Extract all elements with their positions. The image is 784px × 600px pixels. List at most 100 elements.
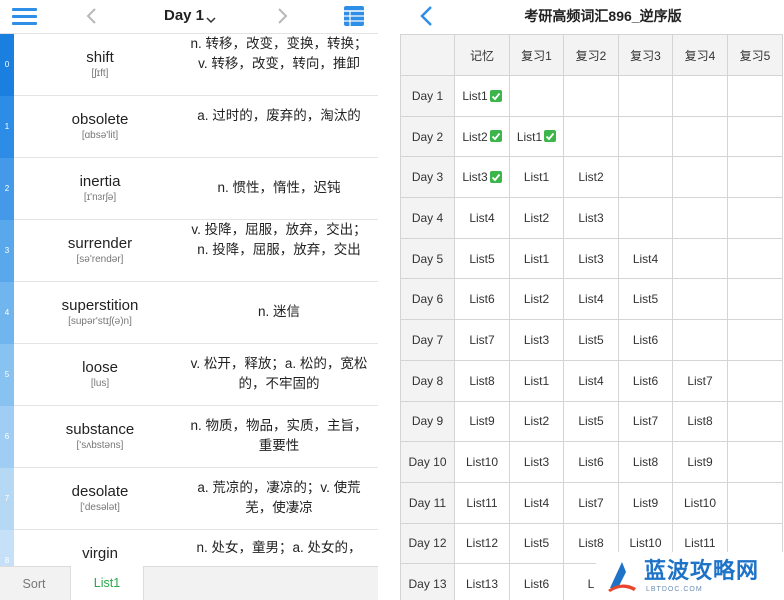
schedule-cell[interactable]: List5 bbox=[563, 400, 619, 443]
day-selector[interactable]: Day 1 bbox=[150, 4, 230, 28]
schedule-cell[interactable]: List1 bbox=[454, 75, 510, 117]
word-entry: surrender [sə'rendər] bbox=[14, 235, 186, 266]
list-label: List5 bbox=[469, 251, 495, 266]
schedule-cell[interactable]: List2 bbox=[509, 400, 564, 443]
word-row[interactable]: shift [ʃɪft] n. 转移，改变，变换，转换；v. 转移，改变，转向，推卸 bbox=[14, 34, 378, 96]
schedule-cell[interactable]: List2 bbox=[509, 197, 564, 239]
rail-segment[interactable]: 7 bbox=[0, 468, 14, 530]
schedule-cell[interactable]: List8 bbox=[454, 359, 510, 402]
word-row[interactable]: virgin n. 处女，童男；a. 处女的， bbox=[14, 530, 378, 566]
schedule-cell[interactable]: List5 bbox=[509, 522, 564, 565]
tab-list1[interactable]: List1 bbox=[70, 566, 144, 600]
schedule-cell[interactable]: List7 bbox=[563, 481, 619, 524]
schedule-cell[interactable]: List8 bbox=[618, 441, 673, 483]
list-tab-bar: Sort List1 bbox=[0, 566, 378, 600]
next-day-chevron-icon[interactable] bbox=[272, 6, 292, 26]
review-schedule-panel: 考研高频词汇896_逆序版 记忆 复习1 复习2 复习3 复习4 复习5 Day 1 List… bbox=[398, 0, 784, 600]
rail-segment[interactable]: 1 bbox=[0, 96, 14, 158]
word-row[interactable]: desolate ['desələt] a. 荒凉的，凄凉的；v. 使荒芜，使凄凉 bbox=[14, 468, 378, 530]
schedule-cell[interactable]: List7 bbox=[618, 400, 673, 443]
back-arrow-icon[interactable] bbox=[418, 4, 436, 28]
schedule-cell[interactable]: List7 bbox=[672, 359, 728, 402]
list-label: List9 bbox=[469, 414, 495, 429]
day-label: Day 8 bbox=[400, 359, 455, 402]
word-row[interactable]: substance ['sʌbstəns] n. 物质，物品，实质，主旨，重要性 bbox=[14, 406, 378, 468]
watermark-subtext: LBTDOC.COM bbox=[646, 586, 703, 593]
schedule-row: Day 5 List5 List1 List3 List4 bbox=[400, 237, 783, 280]
schedule-cell[interactable]: List3 bbox=[563, 197, 619, 239]
schedule-cell[interactable]: List13 bbox=[454, 563, 510, 600]
schedule-cell bbox=[672, 75, 728, 117]
schedule-cell[interactable]: List9 bbox=[454, 400, 510, 443]
rail-segment[interactable]: 0 bbox=[0, 34, 14, 96]
tab-sort[interactable]: Sort bbox=[0, 567, 68, 600]
schedule-cell[interactable]: List5 bbox=[454, 237, 510, 280]
schedule-cell[interactable]: List6 bbox=[563, 441, 619, 483]
schedule-row: Day 8 List8 List1 List4 List6 List7 bbox=[400, 359, 783, 402]
list-label: List11 bbox=[466, 495, 498, 510]
previous-day-chevron-icon[interactable] bbox=[82, 6, 102, 26]
list-label: List7 bbox=[687, 373, 713, 388]
list-label: List3 bbox=[578, 251, 604, 266]
schedule-cell[interactable]: List4 bbox=[563, 278, 619, 321]
schedule-cell[interactable]: List8 bbox=[672, 400, 728, 443]
list-label: List1 bbox=[516, 129, 543, 144]
schedule-cell[interactable]: List4 bbox=[509, 481, 564, 524]
word-row[interactable]: superstition [supər'stɪʃ(ə)n] n. 迷信 bbox=[14, 282, 378, 344]
schedule-cell[interactable]: List1 bbox=[509, 237, 564, 280]
day-title-label: Day 1 bbox=[163, 7, 205, 24]
schedule-cell[interactable]: List10 bbox=[454, 441, 510, 483]
word-row[interactable]: loose [lus] v. 松开，释放；a. 松的，宽松的，不牢固的 bbox=[14, 344, 378, 406]
schedule-cell[interactable]: List9 bbox=[618, 481, 673, 524]
schedule-cell bbox=[672, 197, 728, 239]
word-definition: n. 处女，童男；a. 处女的， bbox=[196, 540, 362, 555]
schedule-cell bbox=[563, 75, 619, 117]
schedule-cell[interactable]: List11 bbox=[454, 481, 510, 524]
schedule-cell[interactable]: List3 bbox=[454, 156, 510, 199]
schedule-cell[interactable]: List1 bbox=[509, 115, 564, 158]
schedule-cell[interactable]: List5 bbox=[563, 319, 619, 361]
schedule-cell[interactable]: List2 bbox=[454, 115, 510, 158]
schedule-cell[interactable]: List9 bbox=[672, 441, 728, 483]
schedule-cell[interactable]: List6 bbox=[618, 319, 673, 361]
schedule-cell[interactable]: List10 bbox=[672, 481, 728, 524]
word-entry: obsolete [ɑbsə'lit] bbox=[14, 111, 186, 142]
schedule-cell[interactable]: List4 bbox=[618, 237, 673, 280]
rail-segment[interactable]: 5 bbox=[0, 344, 14, 406]
list-label: List3 bbox=[578, 210, 604, 225]
schedule-cell[interactable]: List6 bbox=[618, 359, 673, 402]
word-row[interactable]: inertia [ɪ'nɜrʃə] n. 惯性，惰性，迟钝 bbox=[14, 158, 378, 220]
schedule-cell[interactable]: List7 bbox=[454, 319, 510, 361]
schedule-cell[interactable]: List12 bbox=[454, 522, 510, 565]
rail-segment[interactable]: 2 bbox=[0, 158, 14, 220]
schedule-cell[interactable]: List2 bbox=[509, 278, 564, 321]
word-row[interactable]: obsolete [ɑbsə'lit] a. 过时的，废弃的，淘汰的 bbox=[14, 96, 378, 158]
schedule-cell[interactable]: List3 bbox=[509, 441, 564, 483]
table-grid-icon[interactable] bbox=[342, 4, 366, 28]
schedule-cell[interactable]: List2 bbox=[563, 156, 619, 199]
menu-icon[interactable] bbox=[12, 6, 37, 28]
rail-segment[interactable]: 6 bbox=[0, 406, 14, 468]
site-watermark: 蓝波攻略网 LBTDOC.COM bbox=[596, 552, 784, 600]
schedule-cell[interactable]: List6 bbox=[509, 563, 564, 600]
list-label: L bbox=[587, 577, 595, 592]
schedule-header-row: 记忆 复习1 复习2 复习3 复习4 复习5 bbox=[400, 34, 783, 76]
schedule-cell[interactable]: List1 bbox=[509, 156, 564, 199]
schedule-cell[interactable]: List3 bbox=[563, 237, 619, 280]
word-row[interactable]: surrender [sə'rendər] v. 投降，屈服，放弃，交出；n. 投降… bbox=[14, 220, 378, 282]
rail-segment[interactable]: 3 bbox=[0, 220, 14, 282]
column-header: 复习2 bbox=[563, 34, 619, 76]
list-label: List4 bbox=[578, 373, 604, 388]
schedule-cell[interactable]: List6 bbox=[454, 278, 510, 321]
rail-segment[interactable]: 4 bbox=[0, 282, 14, 344]
schedule-cell bbox=[563, 115, 619, 158]
word-text: inertia bbox=[79, 173, 121, 190]
schedule-cell[interactable]: List3 bbox=[509, 319, 564, 361]
schedule-cell[interactable]: List5 bbox=[618, 278, 673, 321]
word-phonetic: [ɪ'nɜrʃə] bbox=[83, 192, 117, 203]
schedule-cell[interactable]: List4 bbox=[563, 359, 619, 402]
checkmark-icon bbox=[544, 130, 557, 143]
list-label: List5 bbox=[632, 292, 659, 307]
schedule-cell[interactable]: List1 bbox=[509, 359, 564, 402]
schedule-cell[interactable]: List4 bbox=[454, 197, 510, 239]
